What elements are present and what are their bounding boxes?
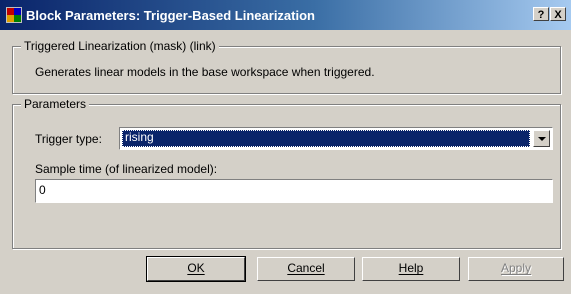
description-group: Triggered Linearization (mask) (link) Ge… — [12, 39, 561, 94]
help-button-label: Help — [398, 261, 424, 275]
ok-button[interactable]: OK — [146, 256, 246, 282]
sample-time-field[interactable]: 0 — [35, 179, 553, 203]
title-bar[interactable]: Block Parameters: Trigger-Based Lineariz… — [0, 0, 571, 30]
sample-time-label: Sample time (of linearized model): — [35, 162, 218, 176]
trigger-type-dropdown[interactable]: rising — [119, 127, 553, 150]
parameters-group-legend: Parameters — [21, 97, 90, 111]
simulink-block-icon — [6, 7, 22, 23]
description-group-legend: Triggered Linearization (mask) (link) — [21, 39, 219, 53]
close-title-button[interactable]: X — [550, 7, 566, 21]
apply-button[interactable]: Apply — [468, 257, 564, 281]
help-button[interactable]: Help — [362, 257, 460, 281]
ok-button-label: OK — [187, 261, 205, 275]
cancel-button-label: Cancel — [287, 261, 325, 275]
trigger-type-label: Trigger type: — [35, 132, 102, 146]
dialog-window: Block Parameters: Trigger-Based Lineariz… — [0, 0, 571, 294]
help-title-button[interactable]: ? — [533, 7, 549, 21]
window-title: Block Parameters: Trigger-Based Lineariz… — [26, 8, 315, 23]
cancel-button[interactable]: Cancel — [257, 257, 355, 281]
chevron-down-icon[interactable] — [533, 130, 550, 147]
description-text: Generates linear models in the base work… — [35, 65, 375, 79]
trigger-type-selected-value: rising — [122, 130, 530, 147]
apply-button-label: Apply — [500, 261, 532, 275]
parameters-group: Parameters Trigger type: rising Sample t… — [12, 97, 561, 249]
